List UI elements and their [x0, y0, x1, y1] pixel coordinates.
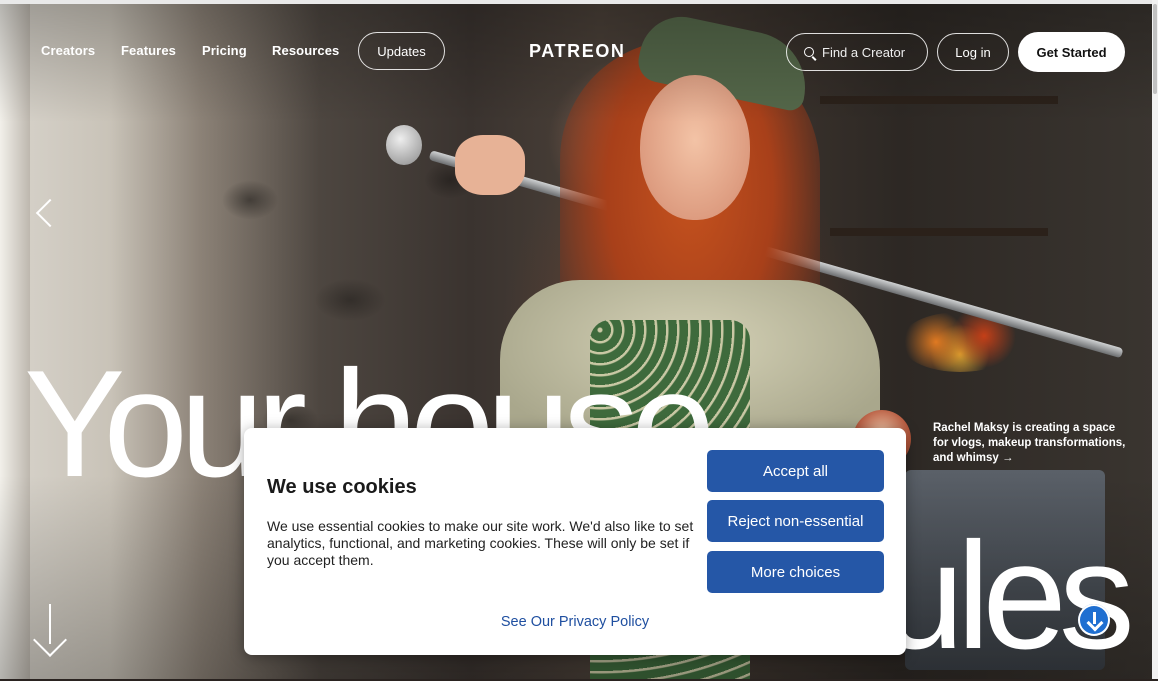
nav-link-creators[interactable]: Creators — [41, 43, 95, 58]
get-started-button[interactable]: Get Started — [1018, 32, 1125, 72]
scrollbar-thumb[interactable] — [1153, 4, 1157, 94]
top-border — [0, 0, 1158, 4]
nav-link-features[interactable]: Features — [121, 43, 176, 58]
top-nav: Creators Features Pricing Resources Upda… — [0, 32, 1158, 74]
fab-arrow-head — [1086, 614, 1104, 632]
hero-headline-continued: ules — [880, 511, 1135, 681]
arrow-down-icon[interactable] — [30, 604, 70, 657]
search-label: Find a Creator — [822, 44, 906, 60]
more-choices-button[interactable]: More choices — [707, 551, 884, 593]
cookie-body-text: We use essential cookies to make our sit… — [267, 518, 694, 568]
scroll-down-icon[interactable] — [1078, 604, 1110, 636]
accept-all-button[interactable]: Accept all — [707, 450, 884, 492]
reject-non-essential-button[interactable]: Reject non-essential — [707, 500, 884, 542]
nav-link-pricing[interactable]: Pricing — [202, 43, 247, 58]
login-label: Log in — [955, 44, 991, 60]
page-scrollbar[interactable] — [1152, 0, 1158, 679]
get-started-label: Get Started — [1036, 44, 1107, 60]
creator-caption-text: Rachel Maksy is creating a space for vlo… — [933, 422, 1126, 464]
login-button[interactable]: Log in — [937, 33, 1009, 71]
search-icon — [804, 47, 814, 57]
updates-label: Updates — [377, 43, 426, 59]
patreon-logo[interactable]: PATREON — [529, 41, 626, 62]
arrow-head — [33, 623, 67, 657]
cookie-title: We use cookies — [267, 476, 417, 498]
updates-button[interactable]: Updates — [358, 32, 445, 70]
privacy-policy-link[interactable]: See Our Privacy Policy — [244, 614, 906, 630]
find-creator-search[interactable]: Find a Creator — [786, 33, 928, 71]
nav-link-resources[interactable]: Resources — [272, 43, 339, 58]
cookie-consent-dialog: We use cookies We use essential cookies … — [244, 428, 906, 655]
